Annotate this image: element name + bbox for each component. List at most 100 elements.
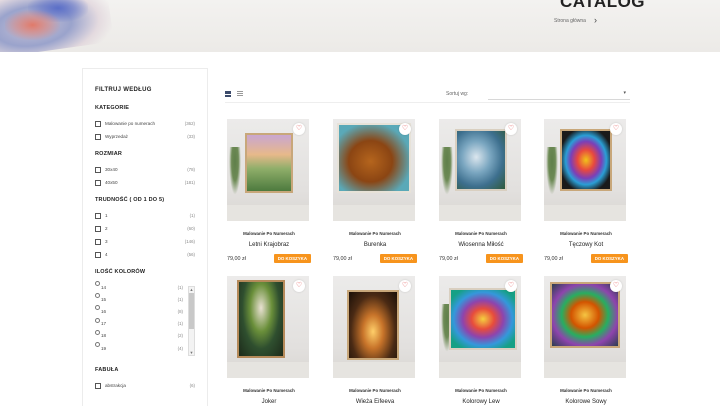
product-price: 79,00 zł	[544, 255, 563, 262]
filter-option[interactable]: 16 (8)	[95, 305, 195, 317]
product-image[interactable]: ♡	[544, 119, 626, 221]
checkbox[interactable]	[95, 179, 101, 186]
chevron-down-icon: ▾	[623, 90, 626, 96]
colors-scroll-list[interactable]: 14 (1) 15 (1) 16 (8) 17 (1) 18 (2) 19 (4) ▲ ▼	[95, 281, 195, 359]
filter-sidebar: FILTRUJ WEDŁUG KATEGORIE Malowanie po nu…	[82, 68, 208, 406]
product-name[interactable]: Kolorowe Sowy	[544, 399, 628, 405]
product-card[interactable]: ♡ Malowanie Po Numerach Tęczowy Kot 79,0…	[544, 119, 628, 263]
filter-option[interactable]: 30x40 (78)	[95, 163, 195, 176]
add-to-cart-button[interactable]: DO KOSZYKA	[379, 254, 417, 263]
product-card[interactable]: ♡ Malowanie Po Numerach Wiosenna Miłość …	[439, 119, 523, 263]
product-image[interactable]: ♡	[333, 276, 415, 378]
filter-option[interactable]: 15 (1)	[95, 293, 195, 305]
paint-stroke-decoration	[5, 10, 60, 40]
scroll-up-icon[interactable]: ▲	[189, 287, 194, 292]
product-image[interactable]: ♡	[544, 276, 626, 378]
product-name[interactable]: Kolorowy Lew	[439, 399, 523, 405]
list-view-icon[interactable]	[237, 91, 243, 97]
product-image[interactable]: ♡	[227, 276, 309, 378]
product-card[interactable]: ♡ Malowanie Po Numerach Kolorowy Lew	[439, 276, 523, 405]
filter-option[interactable]: 19 (4)	[95, 341, 195, 354]
grid-view-icon[interactable]	[225, 91, 231, 97]
scrollbar[interactable]: ▲ ▼	[188, 286, 195, 356]
product-category: Malowanie Po Numerach	[349, 388, 401, 393]
filter-section-title: KATEGORIE	[95, 105, 130, 111]
filter-section-difficulty: TRUDNOŚĆ ( OD 1 DO 5) 1 (1) 2 (60) 3 (146) …	[95, 197, 195, 261]
product-name[interactable]: Wieża Eifeeva	[333, 399, 417, 405]
filter-section-title: TRUDNOŚĆ ( OD 1 DO 5)	[95, 197, 165, 203]
heart-icon[interactable]: ♡	[505, 280, 517, 292]
breadcrumb-arrow-icon: ›	[594, 15, 597, 25]
heart-icon[interactable]: ♡	[610, 123, 622, 135]
filter-option[interactable]: 1 (1)	[95, 209, 195, 222]
checkbox[interactable]	[95, 166, 101, 173]
product-name[interactable]: Burenka	[333, 242, 417, 248]
checkbox[interactable]	[95, 251, 101, 258]
radio[interactable]	[95, 329, 100, 335]
filter-option[interactable]: 18 (2)	[95, 329, 195, 342]
product-card[interactable]: ♡ Malowanie Po Numerach Wieża Eifeeva	[333, 276, 417, 405]
product-price: 79,00 zł	[333, 255, 352, 262]
product-card[interactable]: ♡ Malowanie Po Numerach Letni Krajobraz …	[227, 119, 311, 263]
heart-icon[interactable]: ♡	[293, 123, 305, 135]
checkbox[interactable]	[95, 382, 101, 389]
painting	[449, 288, 517, 350]
checkbox[interactable]	[95, 225, 101, 232]
product-card[interactable]: ♡ Malowanie Po Numerach Burenka 79,00 zł…	[333, 119, 417, 263]
radio[interactable]	[95, 341, 100, 347]
painting	[347, 290, 399, 360]
product-image[interactable]: ♡	[439, 276, 521, 378]
filter-option[interactable]: abstrakcja (6)	[95, 379, 195, 392]
product-category: Malowanie Po Numerach	[455, 388, 507, 393]
painting	[560, 129, 612, 191]
sort-select[interactable]: ▾	[488, 88, 630, 100]
heart-icon[interactable]: ♡	[399, 123, 411, 135]
product-name[interactable]: Letni Krajobraz	[227, 242, 311, 248]
filter-section-style: FABUŁA abstrakcja (6)	[95, 367, 195, 392]
add-to-cart-button[interactable]: DO KOSZYKA	[590, 254, 628, 263]
filter-section-size: ROZMIAR 30x40 (78) 40x50 (181)	[95, 151, 195, 189]
breadcrumb-home[interactable]: Strona główna	[554, 18, 586, 24]
filter-option[interactable]: 2 (60)	[95, 222, 195, 235]
price-row: 79,00 zł DO KOSZYKA	[544, 254, 628, 263]
filter-section-colors: ILOŚĆ KOLORÓW 14 (1) 15 (1) 16 (8) 17 (1) 18…	[95, 269, 195, 359]
painting	[550, 282, 620, 348]
heart-icon[interactable]: ♡	[505, 123, 517, 135]
filter-option[interactable]: 17 (1)	[95, 317, 195, 330]
product-category: Malowanie Po Numerach	[560, 231, 612, 236]
radio[interactable]	[95, 305, 100, 311]
radio[interactable]	[95, 317, 100, 323]
painting	[237, 280, 285, 358]
heart-icon[interactable]: ♡	[610, 280, 622, 292]
filter-option[interactable]: Malowanie po numerach (362)	[95, 117, 195, 130]
product-image[interactable]: ♡	[439, 119, 521, 221]
plant-decoration	[546, 147, 558, 195]
checkbox[interactable]	[95, 238, 101, 245]
product-card[interactable]: ♡ Malowanie Po Numerach Joker	[227, 276, 311, 405]
radio[interactable]	[95, 293, 100, 299]
filter-option[interactable]: 14 (1)	[95, 281, 195, 293]
product-name[interactable]: Joker	[227, 399, 311, 405]
filter-option[interactable]: Wyprzedaż (33)	[95, 130, 195, 143]
filter-option[interactable]: 40x50 (181)	[95, 176, 195, 189]
heart-icon[interactable]: ♡	[293, 280, 305, 292]
product-name[interactable]: Wiosenna Miłość	[439, 242, 523, 248]
scrollbar-thumb[interactable]	[189, 293, 194, 329]
add-to-cart-button[interactable]: DO KOSZYKA	[485, 254, 523, 263]
radio[interactable]	[95, 281, 100, 286]
checkbox[interactable]	[95, 133, 101, 140]
product-image[interactable]: ♡	[227, 119, 309, 221]
divider	[225, 102, 630, 103]
checkbox[interactable]	[95, 212, 101, 219]
scroll-down-icon[interactable]: ▼	[189, 350, 194, 355]
product-name[interactable]: Tęczowy Kot	[544, 242, 628, 248]
add-to-cart-button[interactable]: DO KOSZYKA	[273, 254, 311, 263]
heart-icon[interactable]: ♡	[399, 280, 411, 292]
checkbox[interactable]	[95, 120, 101, 127]
product-card[interactable]: ♡ Malowanie Po Numerach Kolorowe Sowy	[544, 276, 628, 405]
filter-option[interactable]: 4 (56)	[95, 248, 195, 261]
filter-option[interactable]: 3 (146)	[95, 235, 195, 248]
painting	[337, 123, 411, 193]
page-title: CATALOG	[560, 0, 646, 11]
product-image[interactable]: ♡	[333, 119, 415, 221]
